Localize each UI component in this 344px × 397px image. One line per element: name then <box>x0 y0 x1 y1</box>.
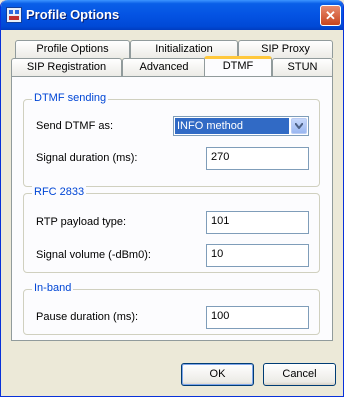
dtmf-sending-group: DTMF sending Send DTMF as: INFO method S… <box>23 92 320 187</box>
profile-icon <box>6 7 22 23</box>
dtmf-tab-panel: DTMF sending Send DTMF as: INFO method S… <box>11 76 333 341</box>
close-icon: ✕ <box>325 8 336 23</box>
signal-volume-label: Signal volume (-dBm0): <box>36 249 151 261</box>
send-dtmf-label: Send DTMF as: <box>36 120 114 132</box>
chevron-down-icon[interactable] <box>291 118 307 134</box>
cancel-button[interactable]: Cancel <box>263 363 336 386</box>
tab-stun[interactable]: STUN <box>272 58 333 76</box>
tab-sip-registration[interactable]: SIP Registration <box>11 58 122 76</box>
signal-volume-field[interactable]: 10 <box>206 244 309 267</box>
rfc2833-title: RFC 2833 <box>32 186 87 198</box>
rtp-payload-label: RTP payload type: <box>36 216 127 228</box>
ok-button[interactable]: OK <box>181 363 254 386</box>
tab-profile-options[interactable]: Profile Options <box>15 40 130 58</box>
send-dtmf-selected-value: INFO method <box>175 118 289 134</box>
tab-dtmf[interactable]: DTMF <box>204 56 272 76</box>
signal-duration-label: Signal duration (ms): <box>36 152 138 164</box>
window-title: Profile Options <box>26 7 120 22</box>
signal-duration-field[interactable]: 270 <box>206 147 309 170</box>
profile-options-dialog: Profile Options ✕ Profile Options Initia… <box>0 0 344 397</box>
tab-advanced[interactable]: Advanced <box>122 58 206 76</box>
rfc2833-group: RFC 2833 RTP payload type: 101 Signal vo… <box>23 186 320 273</box>
send-dtmf-select[interactable]: INFO method <box>173 116 309 136</box>
rtp-payload-field[interactable]: 101 <box>206 211 309 234</box>
pause-duration-label: Pause duration (ms): <box>36 311 139 323</box>
pause-duration-field[interactable]: 100 <box>206 306 309 329</box>
close-button[interactable]: ✕ <box>320 5 341 26</box>
title-bar[interactable]: Profile Options ✕ <box>1 0 343 30</box>
dtmf-sending-title: DTMF sending <box>32 92 109 104</box>
inband-group: In-band Pause duration (ms): 100 <box>23 282 320 335</box>
inband-title: In-band <box>32 282 74 294</box>
